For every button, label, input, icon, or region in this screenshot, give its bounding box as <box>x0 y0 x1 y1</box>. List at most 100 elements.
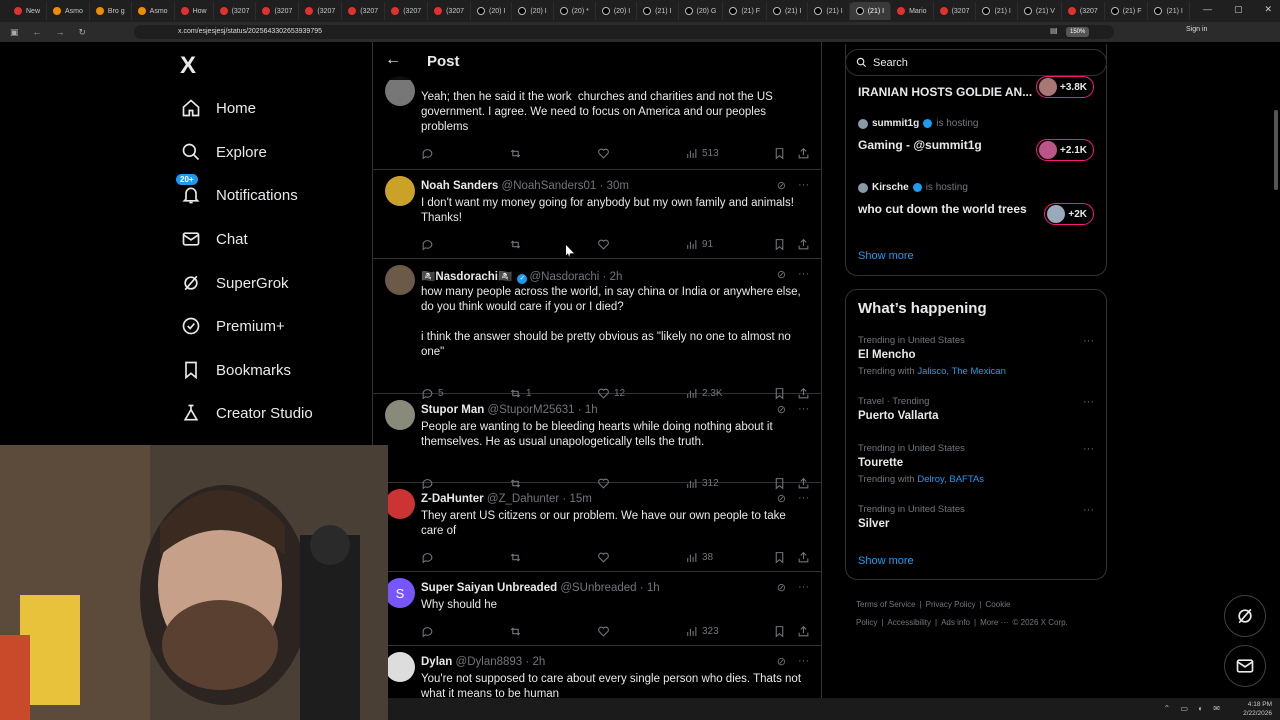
live-title[interactable]: who cut down the world trees <box>858 202 1027 216</box>
tweet-reply[interactable]: S Super Saiyan Unbreaded @SUnbreaded · 1h… <box>373 572 821 646</box>
grok-icon[interactable]: ⊘ <box>777 492 786 505</box>
author-handle[interactable]: @Dylan8893 <box>456 656 523 668</box>
browser-tab[interactable]: (20) G <box>679 2 724 20</box>
author-name[interactable]: Super Saiyan Unbreaded <box>421 582 557 594</box>
like-button[interactable] <box>597 238 614 251</box>
author-handle[interactable]: @SUnbreaded <box>560 582 636 594</box>
reply-button[interactable] <box>421 625 438 638</box>
views-button[interactable]: 513 <box>685 147 719 160</box>
bookmark-button[interactable] <box>773 625 786 638</box>
share-button[interactable] <box>797 551 810 564</box>
url-field[interactable]: x.com/esjesjesj/status/20256433026539397… <box>134 25 1114 39</box>
footer-link[interactable]: Privacy Policy <box>926 600 976 609</box>
browser-tab[interactable]: (3207 <box>934 2 977 20</box>
more-icon[interactable]: ··· <box>798 655 809 668</box>
page-scrollbar[interactable] <box>1274 110 1278 190</box>
reload-icon[interactable]: ↻ <box>79 27 87 38</box>
minimize-icon[interactable]: — <box>1203 4 1212 15</box>
like-button[interactable] <box>597 551 614 564</box>
more-icon[interactable]: ··· <box>1083 443 1094 455</box>
browser-tab[interactable]: (21) I <box>976 2 1018 20</box>
author-name[interactable]: Noah Sanders <box>421 180 498 192</box>
trend-name[interactable]: Tourette <box>858 457 903 469</box>
browser-tab[interactable]: (21) I <box>849 2 892 20</box>
browser-tab[interactable]: Asmo <box>47 2 90 20</box>
browser-tab[interactable]: (20) * <box>554 2 596 20</box>
live-title[interactable]: Gaming - @summit1g <box>858 138 982 152</box>
reply-button[interactable] <box>421 551 438 564</box>
trend-name[interactable]: Silver <box>858 518 889 530</box>
browser-tab[interactable]: (3207 <box>428 2 472 20</box>
footer-link[interactable]: Accessibility <box>887 618 931 627</box>
show-more-link[interactable]: Show more <box>858 250 914 262</box>
trend-name[interactable]: El Mencho <box>858 349 916 361</box>
reply-button[interactable] <box>421 238 438 251</box>
more-icon[interactable]: ··· <box>798 492 809 505</box>
close-icon[interactable]: ✕ <box>1264 4 1272 15</box>
author-name[interactable]: Stupor Man <box>421 404 484 416</box>
repost-button[interactable] <box>509 625 526 638</box>
browser-tab[interactable]: Mario <box>891 2 934 20</box>
clock[interactable]: 4:18 PM 2/22/2026 <box>1243 700 1272 718</box>
bookmark-button[interactable] <box>773 238 786 251</box>
nav-chat[interactable]: Chat <box>180 225 248 253</box>
sidebar-toggle-icon[interactable]: ▣ <box>10 27 19 38</box>
more-icon[interactable]: ··· <box>1083 504 1094 516</box>
share-button[interactable] <box>797 625 810 638</box>
avatar[interactable] <box>385 265 415 295</box>
author-handle[interactable]: @Nasdorachi <box>529 271 599 283</box>
messages-button[interactable] <box>1224 645 1266 687</box>
author-name[interactable]: 🏴‍☠️Nasdorachi🏴‍☠️ <box>421 271 512 283</box>
post-time[interactable]: 1h <box>585 404 598 416</box>
browser-tab[interactable]: (20) I <box>471 2 513 20</box>
tweet-reply[interactable]: Z-DaHunter @Z_Dahunter · 15m ⊘ ··· They are… <box>373 483 821 572</box>
browser-tab[interactable]: (21) I <box>808 2 850 20</box>
back-arrow-icon[interactable]: ← <box>385 51 401 69</box>
tweet-reply[interactable]: Yeah; then he said it the work churches … <box>373 76 821 170</box>
x-logo[interactable]: X <box>180 52 196 80</box>
grok-button[interactable] <box>1224 595 1266 637</box>
live-count-pill[interactable]: +2K <box>1044 203 1094 225</box>
browser-tab[interactable]: (21) V <box>1018 2 1062 20</box>
avatar[interactable] <box>385 76 415 106</box>
trend-name[interactable]: Puerto Vallarta <box>858 410 939 422</box>
author-name[interactable]: Z-DaHunter <box>421 493 484 505</box>
post-time[interactable]: 2h <box>610 271 623 283</box>
tweet-reply[interactable]: Stupor Man @StuporM25631 · 1h ⊘ ··· People … <box>373 394 821 490</box>
repost-button[interactable] <box>509 238 526 251</box>
avatar[interactable] <box>385 652 415 682</box>
show-more-link[interactable]: Show more <box>858 555 914 567</box>
like-button[interactable] <box>597 147 614 160</box>
nav-home[interactable]: Home <box>180 94 256 122</box>
bookmark-button[interactable] <box>773 147 786 160</box>
footer-link[interactable]: More ··· <box>980 618 1008 627</box>
trend-links[interactable]: Delroy, BAFTAs <box>917 474 984 485</box>
grok-icon[interactable]: ⊘ <box>777 268 786 281</box>
back-icon[interactable]: ← <box>33 27 42 38</box>
browser-tab[interactable]: Asmo <box>132 2 175 20</box>
views-button[interactable]: 38 <box>685 551 713 564</box>
maximize-icon[interactable]: ▢ <box>1234 4 1243 15</box>
browser-tab[interactable]: (3207 <box>299 2 343 20</box>
post-time[interactable]: 1h <box>647 582 660 594</box>
footer-link[interactable]: Terms of Service <box>856 600 916 609</box>
more-icon[interactable]: ··· <box>798 581 809 594</box>
browser-tab[interactable]: (21) F <box>723 2 768 20</box>
grok-icon[interactable]: ⊘ <box>777 655 786 668</box>
grok-icon[interactable]: ⊘ <box>777 179 786 192</box>
nav-notifications[interactable]: 20+ Notifications <box>176 174 298 209</box>
browser-tab[interactable]: (3207 <box>214 2 257 20</box>
more-icon[interactable]: ··· <box>1083 396 1094 408</box>
bookmark-button[interactable] <box>773 551 786 564</box>
browser-tab[interactable]: (20) I <box>512 2 554 20</box>
share-button[interactable] <box>797 147 810 160</box>
more-icon[interactable]: ··· <box>798 268 809 281</box>
grok-icon[interactable]: ⊘ <box>777 581 786 594</box>
author-handle[interactable]: @StuporM25631 <box>487 404 574 416</box>
nav-bookmarks[interactable]: Bookmarks <box>180 356 291 384</box>
tweet-reply[interactable]: 🏴‍☠️Nasdorachi🏴‍☠️ ✓ @Nasdorachi · 2h ⊘ ···… <box>373 259 821 400</box>
author-name[interactable]: Dylan <box>421 656 452 668</box>
views-button[interactable]: 323 <box>685 625 719 638</box>
live-title[interactable]: IRANIAN HOSTS GOLDIE AN... <box>858 85 1032 99</box>
author-handle[interactable]: @Z_Dahunter <box>487 493 559 505</box>
